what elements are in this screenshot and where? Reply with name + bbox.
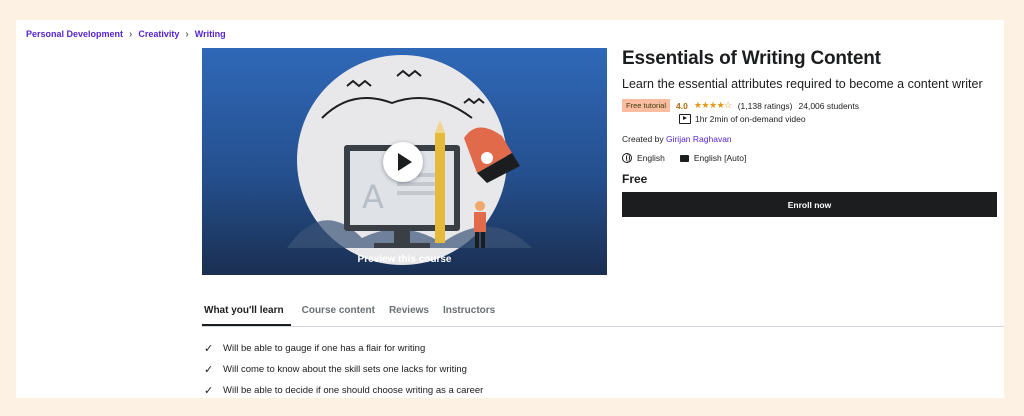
course-card: Personal Development › Creativity › Writ… <box>16 20 1004 398</box>
breadcrumb-creativity[interactable]: Creativity <box>138 29 179 39</box>
tab-course-content[interactable]: Course content <box>295 304 382 326</box>
learn-item-text: Will be able to gauge if one has a flair… <box>223 343 426 354</box>
globe-icon <box>622 153 632 163</box>
course-stats: Free tutorial 4.0 ★★★★☆ (1,138 ratings) … <box>622 99 997 112</box>
enroll-button[interactable]: Enroll now <box>622 192 997 217</box>
check-icon: ✓ <box>204 364 214 376</box>
breadcrumb-personal-development[interactable]: Personal Development <box>26 29 123 39</box>
svg-text:A: A <box>362 178 384 216</box>
list-item: ✓ Will be able to decide if one should c… <box>204 380 483 398</box>
instructor-link[interactable]: Girijan Raghavan <box>666 134 732 144</box>
list-item: ✓ Will come to know about the skill sets… <box>204 359 483 380</box>
course-preview-video[interactable]: A Preview this course <box>202 48 607 275</box>
closed-captions-icon <box>679 154 689 162</box>
free-tutorial-badge: Free tutorial <box>622 99 671 112</box>
preview-label: Preview this course <box>357 254 452 265</box>
course-subtitle: Learn the essential attributes required … <box>622 77 983 91</box>
rating-value: 4.0 <box>676 100 688 111</box>
course-title: Essentials of Writing Content <box>622 48 881 69</box>
learn-item-text: Will be able to decide if one should cho… <box>223 385 484 396</box>
list-item: ✓ Will be able to gauge if one has a fla… <box>204 338 483 359</box>
video-length: 1hr 2min of on-demand video <box>695 114 806 124</box>
learn-item-text: Will come to know about the skill sets o… <box>223 364 467 375</box>
course-tabs: What you'll learn Course content Reviews… <box>202 304 1004 327</box>
course-language: English <box>637 153 665 163</box>
ratings-count[interactable]: (1,138 ratings) <box>738 101 793 111</box>
breadcrumb-writing[interactable]: Writing <box>195 29 226 39</box>
tab-instructors[interactable]: Instructors <box>436 304 502 326</box>
language-row: English English [Auto] <box>622 153 997 163</box>
created-by-label: Created by <box>622 134 664 144</box>
course-price: Free <box>622 172 648 186</box>
course-info: Essentials of Writing Content Learn the … <box>622 48 997 217</box>
star-rating-icon: ★★★★☆ <box>693 100 732 110</box>
learn-list: ✓ Will be able to gauge if one has a fla… <box>204 338 483 398</box>
created-by: Created by Girijan Raghavan <box>622 134 997 144</box>
play-button[interactable] <box>383 142 423 182</box>
course-captions: English [Auto] <box>693 153 747 163</box>
check-icon: ✓ <box>204 385 214 397</box>
video-icon <box>679 114 691 124</box>
tab-what-youll-learn[interactable]: What you'll learn <box>202 304 291 326</box>
chevron-right-icon: › <box>129 28 133 40</box>
chevron-right-icon: › <box>185 28 189 40</box>
students-count: 24,006 students <box>798 100 860 111</box>
check-icon: ✓ <box>204 343 214 355</box>
video-length-row: 1hr 2min of on-demand video <box>622 114 997 124</box>
tab-reviews[interactable]: Reviews <box>382 304 436 326</box>
play-icon <box>398 153 412 171</box>
breadcrumb: Personal Development › Creativity › Writ… <box>26 27 226 41</box>
